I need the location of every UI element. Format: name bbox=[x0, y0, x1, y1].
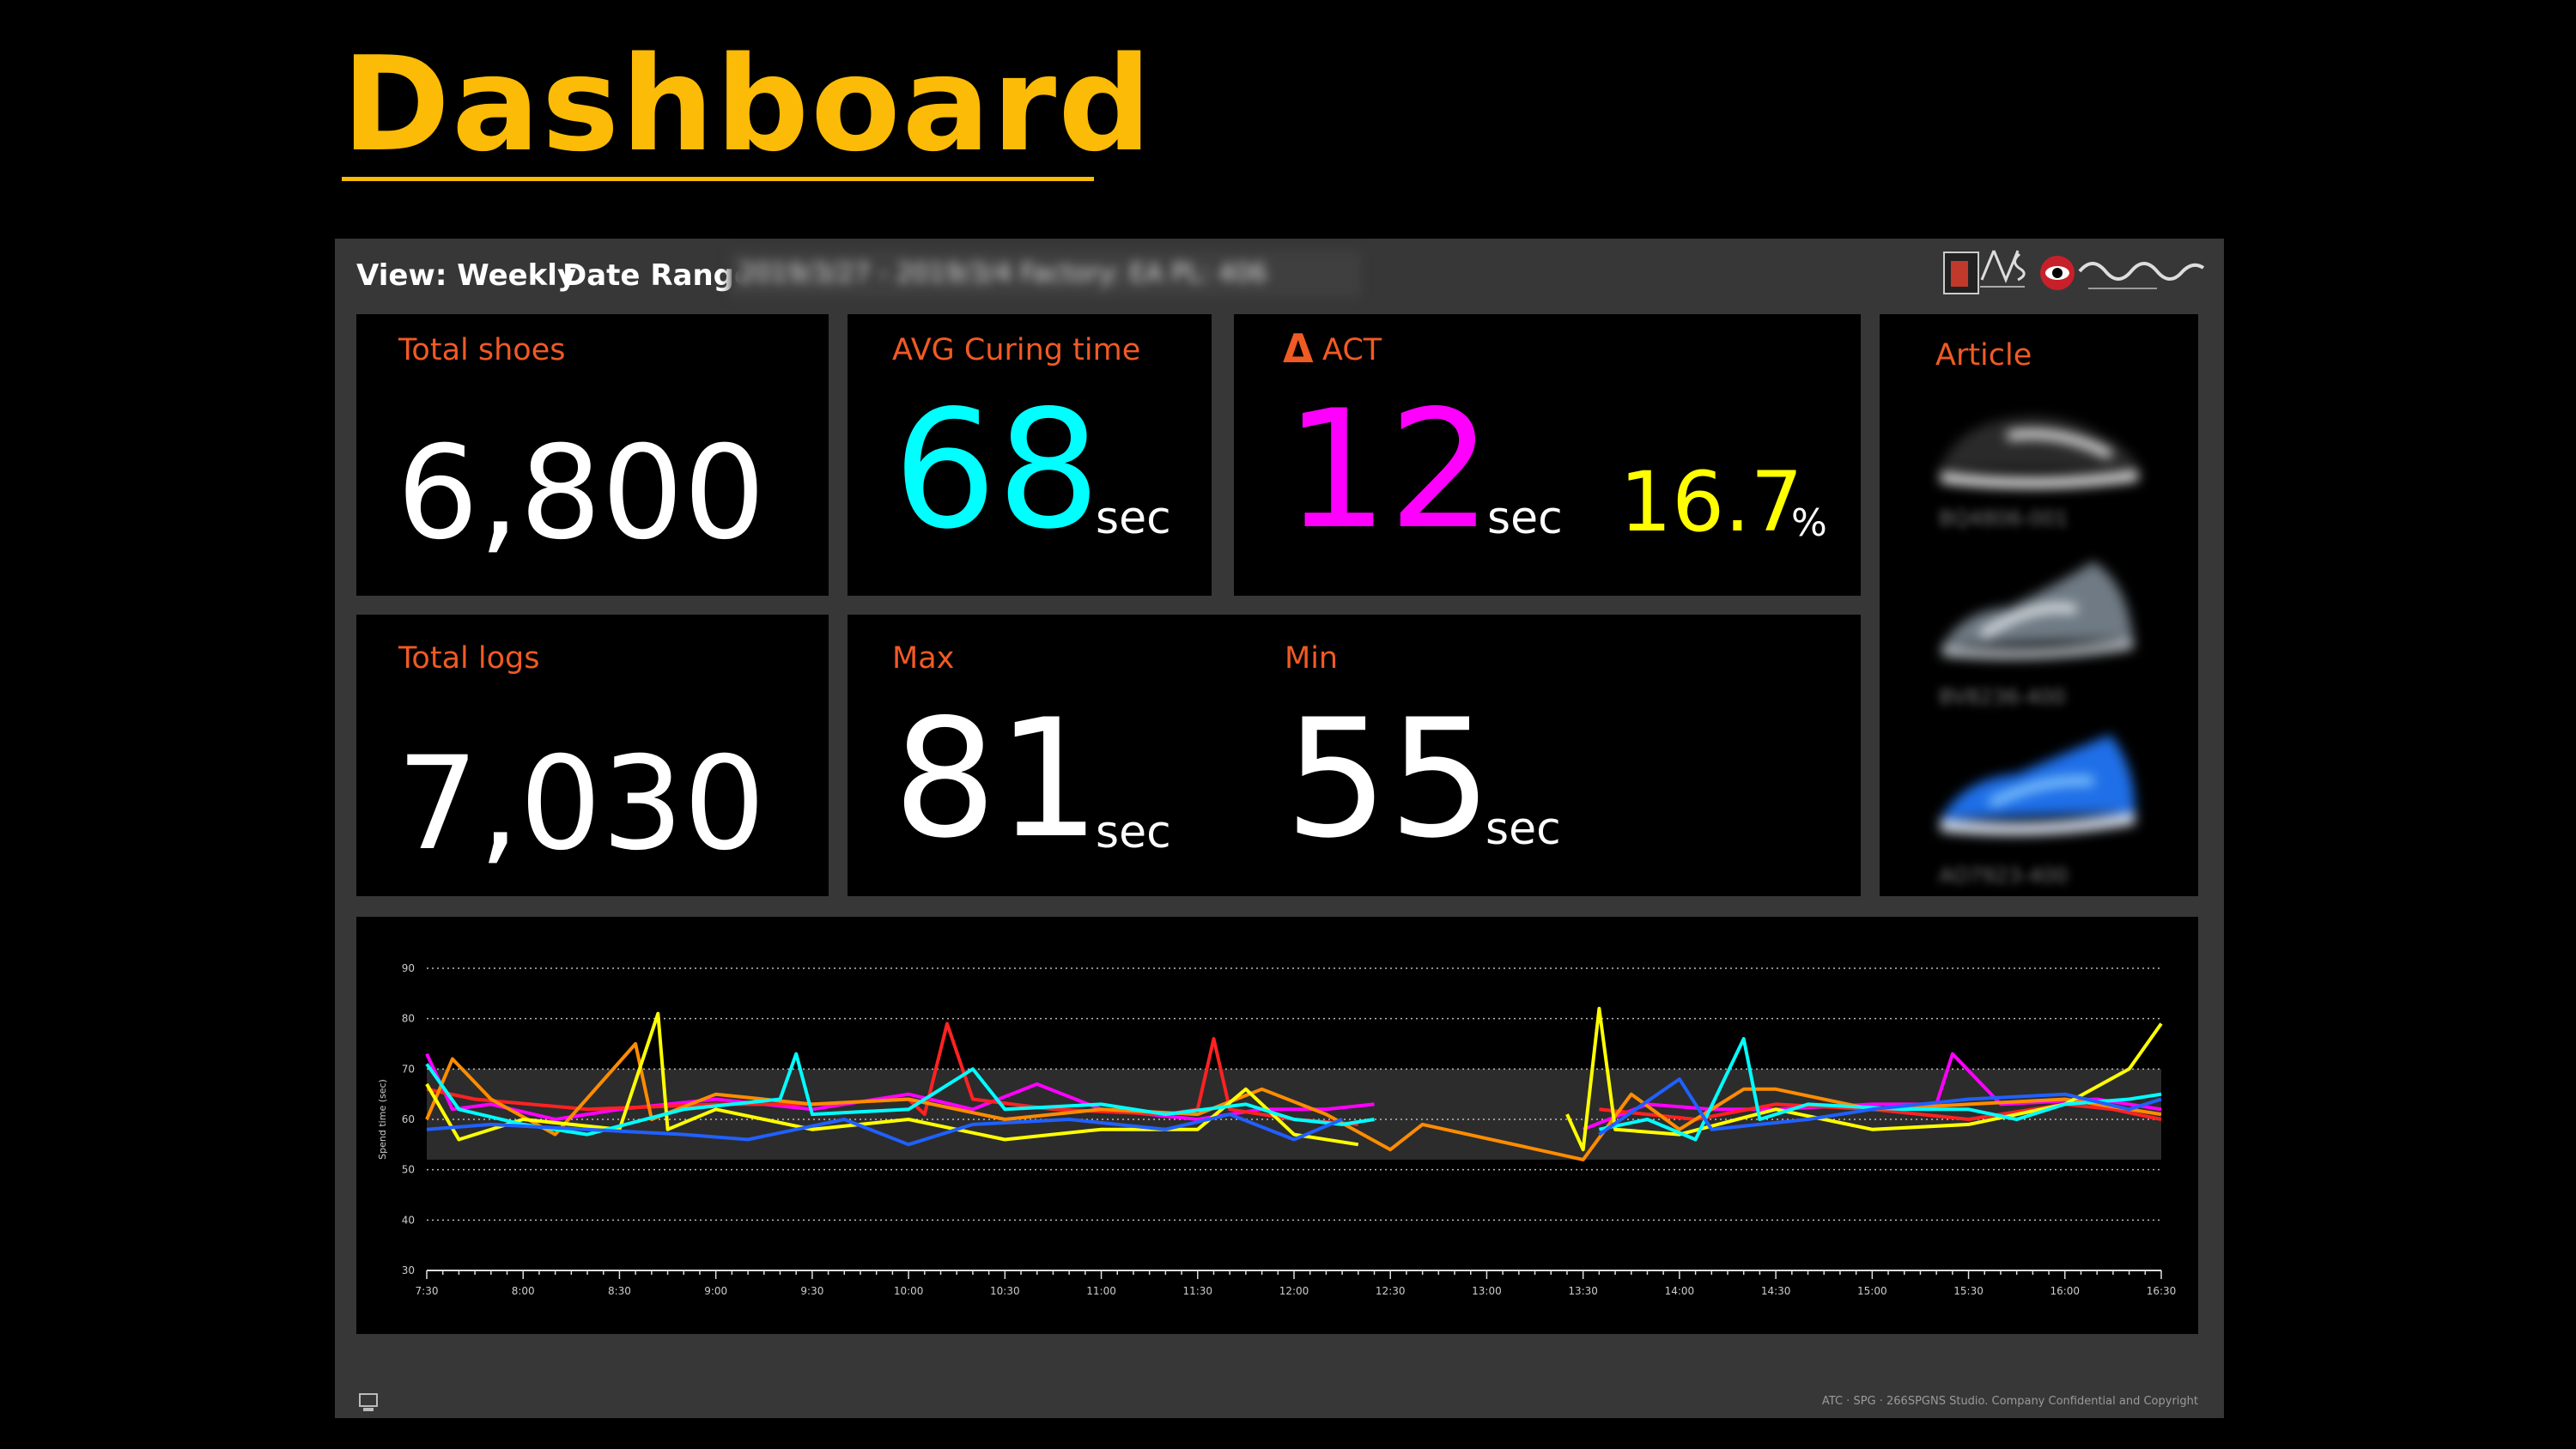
shoe-image-1 bbox=[1939, 416, 2138, 470]
y-tick-label: 30 bbox=[402, 1264, 415, 1276]
x-tick-label: 9:30 bbox=[800, 1285, 823, 1297]
view-selector[interactable]: View: Weekly bbox=[356, 256, 576, 295]
x-tick-label: 9:00 bbox=[704, 1285, 727, 1297]
avg-curing-unit: sec bbox=[1096, 493, 1171, 544]
x-tick-label: 15:30 bbox=[1953, 1285, 1984, 1297]
shoe-thumbnail-1[interactable] bbox=[1930, 376, 2145, 496]
shoe-thumbnail-3[interactable] bbox=[1930, 726, 2145, 846]
x-tick-label: 11:00 bbox=[1086, 1285, 1116, 1297]
y-tick-label: 50 bbox=[402, 1164, 415, 1176]
avg-curing-value: 68 bbox=[893, 375, 1101, 565]
title-underline bbox=[342, 177, 1094, 181]
shoe-name-2: BV8236-400 bbox=[1939, 685, 2066, 709]
total-logs-label: Total logs bbox=[398, 641, 540, 676]
tvg-logo-icon bbox=[1943, 250, 2026, 294]
x-tick-label: 16:00 bbox=[2050, 1285, 2080, 1297]
date-range-value[interactable]: 2019/3/27 - 2019/3/4 Factory: EA PL: 406 bbox=[730, 251, 1361, 297]
article-label: Article bbox=[1935, 338, 2032, 373]
x-tick-label: 10:00 bbox=[894, 1285, 924, 1297]
x-tick-label: 12:30 bbox=[1376, 1285, 1406, 1297]
delta-act-unit: sec bbox=[1487, 493, 1563, 544]
spend-time-line-chart: 30 40 50 60 70 80 90 7:30 8:00 8:30 9:00 9:30 10:00 1… bbox=[377, 962, 2177, 1297]
delta-symbol-icon: Δ bbox=[1283, 325, 1314, 372]
total-shoes-value: 6,800 bbox=[397, 419, 766, 568]
y-tick-label: 80 bbox=[402, 1013, 415, 1025]
delta-act-percent-unit: % bbox=[1791, 501, 1827, 545]
delta-act-value: 12 bbox=[1285, 375, 1492, 565]
x-tick-label: 8:00 bbox=[512, 1285, 535, 1297]
x-tick-label: 13:30 bbox=[1568, 1285, 1598, 1297]
x-tick-label: 16:30 bbox=[2147, 1285, 2177, 1297]
x-tick-label: 13:00 bbox=[1472, 1285, 1502, 1297]
x-tick-label: 12:00 bbox=[1279, 1285, 1309, 1297]
footer-logo-icon bbox=[359, 1393, 378, 1411]
max-value: 81 bbox=[893, 684, 1101, 874]
max-label: Max bbox=[892, 641, 955, 676]
x-tick-label: 14:00 bbox=[1665, 1285, 1695, 1297]
shoe-name-1: BQ4806-001 bbox=[1939, 506, 2069, 530]
x-tick-label: 7:30 bbox=[416, 1285, 439, 1297]
x-tick-label: 10:30 bbox=[990, 1285, 1020, 1297]
shoe-thumbnail-2[interactable] bbox=[1930, 549, 2145, 670]
y-tick-label: 60 bbox=[402, 1113, 415, 1125]
y-tick-label: 70 bbox=[402, 1063, 415, 1075]
x-tick-label: 14:30 bbox=[1761, 1285, 1791, 1297]
x-tick-label: 15:00 bbox=[1857, 1285, 1887, 1297]
footer-copyright: ATC · SPG · 266SPGNS Studio. Company Con… bbox=[1821, 1395, 2198, 1408]
x-tick-label: 11:30 bbox=[1182, 1285, 1212, 1297]
y-tick-label: 40 bbox=[402, 1214, 415, 1226]
total-logs-value: 7,030 bbox=[397, 730, 766, 879]
page-title: Dashboard bbox=[342, 28, 1153, 180]
total-shoes-label: Total shoes bbox=[398, 333, 566, 367]
delta-act-label: ACT bbox=[1322, 333, 1382, 367]
min-unit: sec bbox=[1485, 803, 1561, 855]
shoe-name-3: AO7923-400 bbox=[1939, 864, 2069, 888]
y-tick-label: 90 bbox=[402, 962, 415, 974]
company-logos bbox=[1943, 250, 2205, 294]
smarteyes-logo-icon bbox=[2040, 256, 2205, 290]
y-axis-label: Spend time (sec) bbox=[377, 1079, 388, 1160]
avg-curing-label: AVG Curing time bbox=[892, 333, 1141, 367]
normal-range-band bbox=[427, 1069, 2161, 1160]
spend-time-chart-card: 30 40 50 60 70 80 90 7:30 8:00 8:30 9:00 9:30 10:00 1… bbox=[356, 917, 2198, 1334]
min-label: Min bbox=[1285, 641, 1339, 676]
max-unit: sec bbox=[1096, 807, 1171, 858]
min-value: 55 bbox=[1285, 684, 1492, 874]
x-tick-label: 8:30 bbox=[608, 1285, 631, 1297]
delta-act-percent-value: 16.7 bbox=[1619, 454, 1803, 550]
